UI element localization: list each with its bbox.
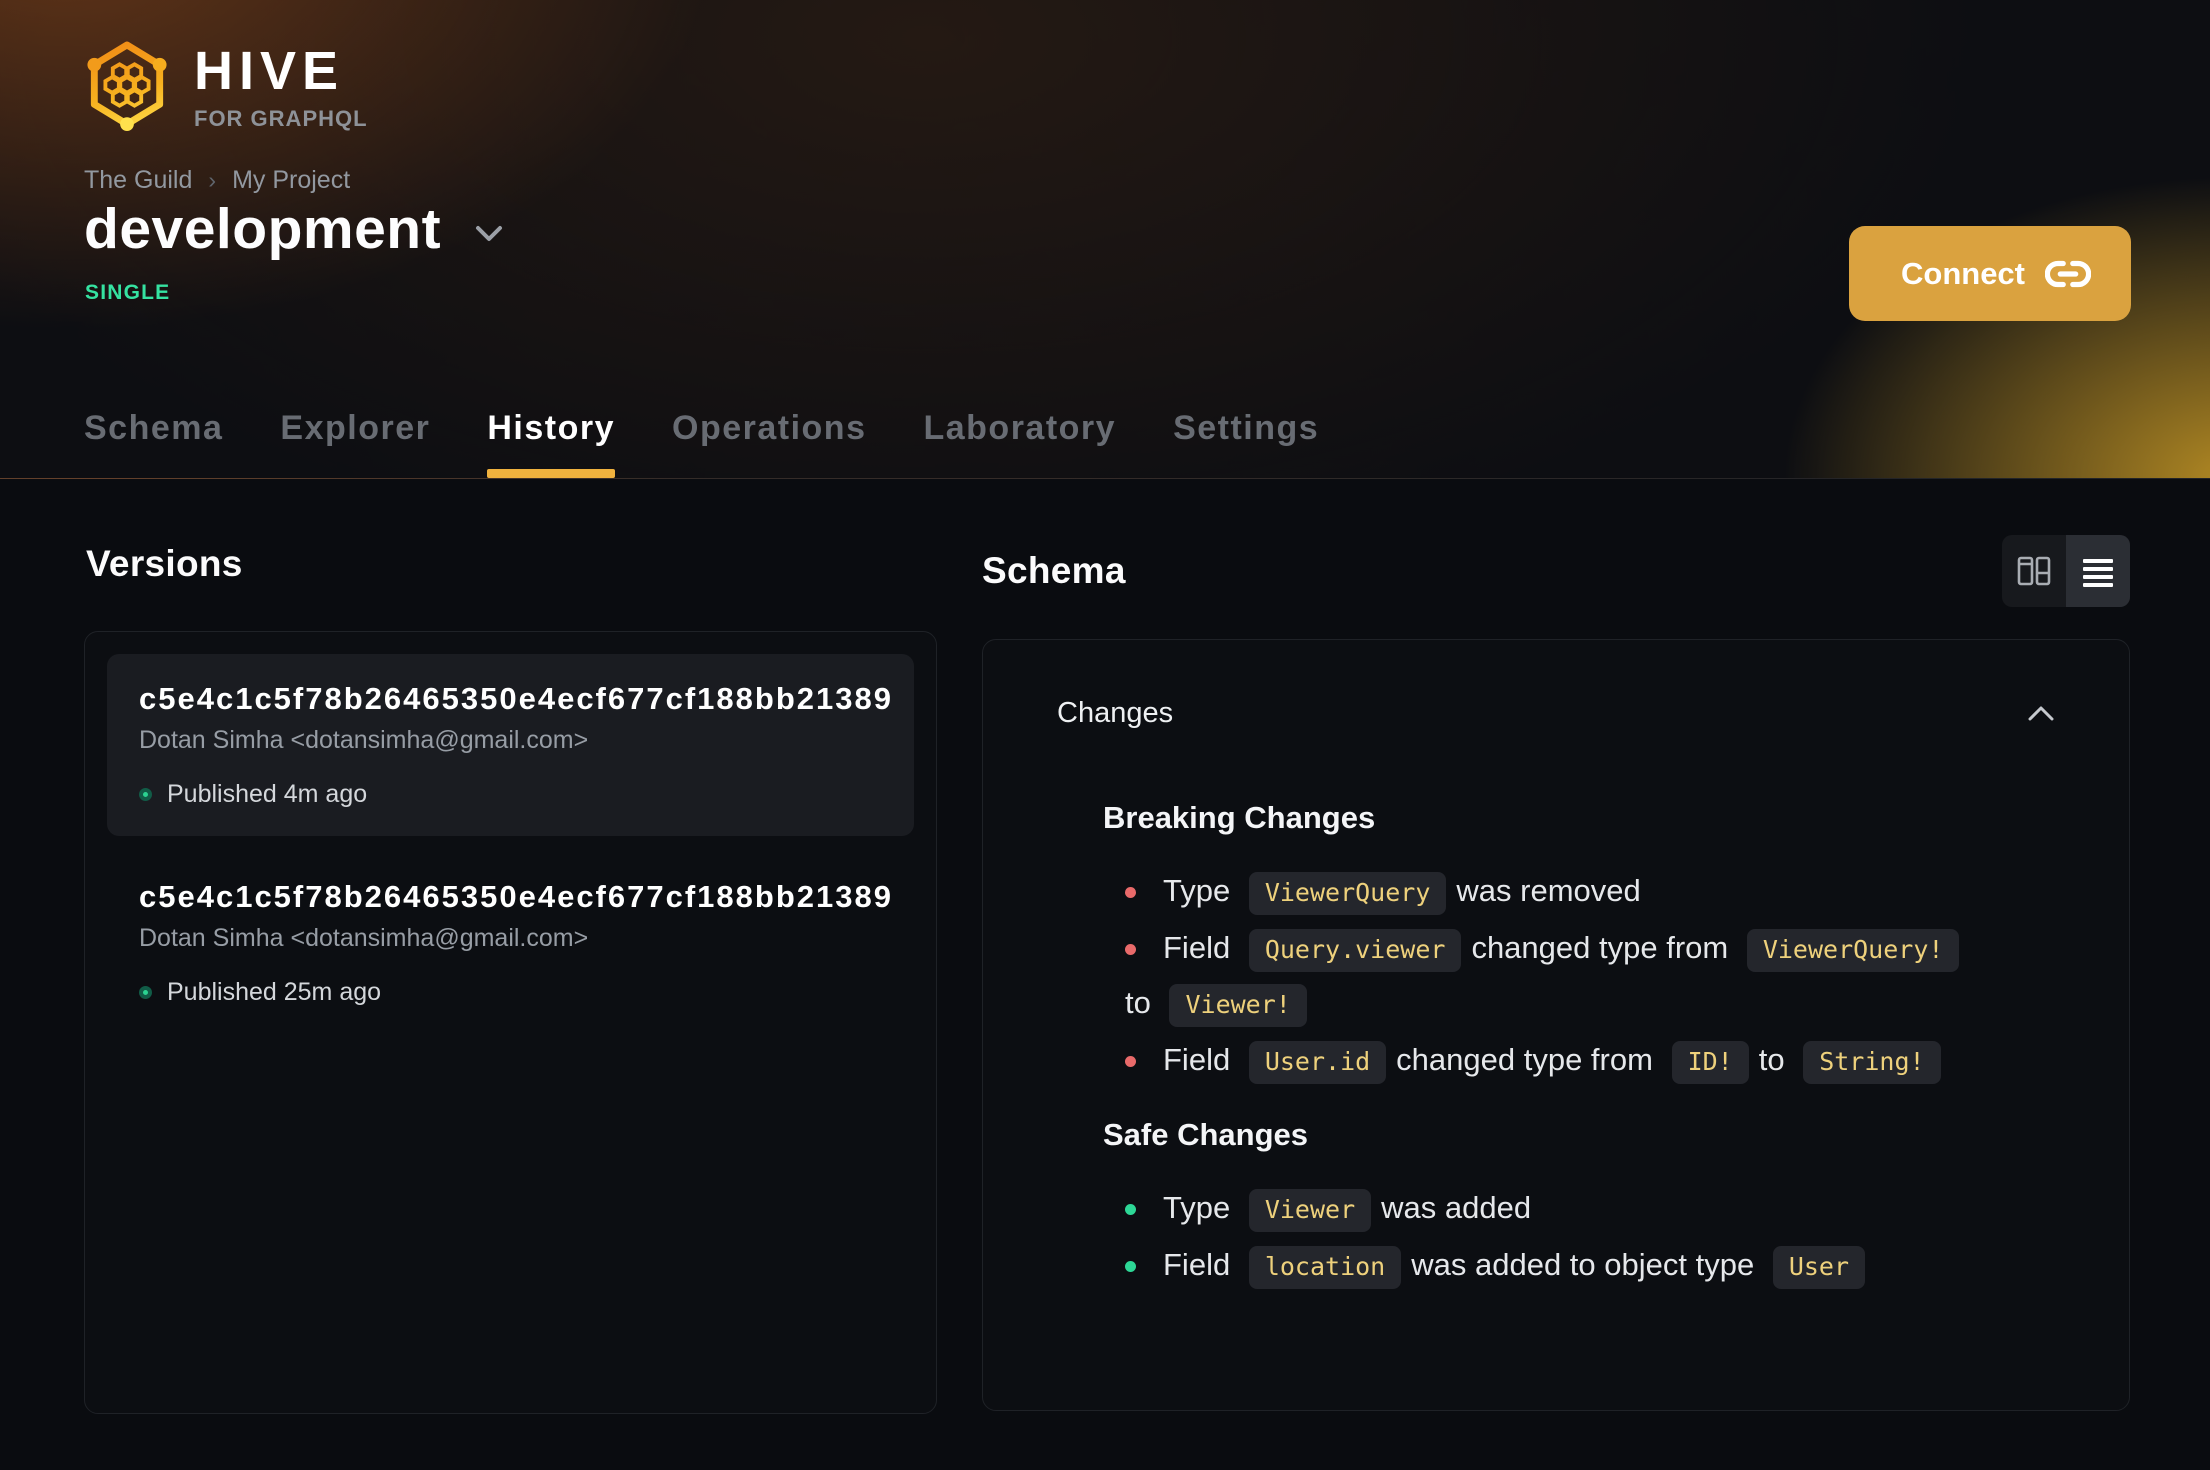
change-item: Field Query.viewer changed type from View… bbox=[1125, 921, 2059, 1031]
chevron-down-icon[interactable] bbox=[473, 223, 505, 245]
change-item: Field location was added to object type U… bbox=[1125, 1238, 2059, 1293]
tab-laboratory[interactable]: Laboratory bbox=[923, 378, 1116, 478]
safe-changes-heading: Safe Changes bbox=[1103, 1117, 1309, 1152]
list-view-button[interactable] bbox=[2066, 535, 2130, 607]
tab-schema[interactable]: Schema bbox=[84, 378, 223, 478]
code-chip: String! bbox=[1803, 1041, 1941, 1084]
hive-history-page: HIVE FOR GRAPHQL The Guild › My Project … bbox=[0, 0, 2210, 1470]
status-dot-icon bbox=[139, 788, 152, 801]
bullet-icon bbox=[1125, 887, 1136, 898]
safe-changes-list: Type Viewer was added Field location was a… bbox=[1125, 1181, 2059, 1293]
changes-body: Breaking Changes Type ViewerQuery was rem… bbox=[983, 800, 2129, 1293]
code-chip: User bbox=[1772, 1246, 1866, 1289]
content: Versions c5e4c1c5f78b26465350e4ecf677cf1… bbox=[0, 479, 2210, 1414]
changes-panel: Changes Breaking Changes Type ViewerQuer… bbox=[982, 639, 2130, 1411]
version-hash: c5e4c1c5f78b26465350e4ecf677cf188bb21389 bbox=[139, 879, 893, 914]
version-hash: c5e4c1c5f78b26465350e4ecf677cf188bb21389 bbox=[139, 681, 893, 716]
change-item: Type Viewer was added bbox=[1125, 1181, 2059, 1236]
changes-title: Changes bbox=[1057, 697, 1174, 729]
code-chip: Viewer! bbox=[1169, 984, 1307, 1027]
page-title: development bbox=[84, 197, 442, 261]
schema-heading-row: Schema bbox=[982, 535, 2130, 607]
connect-label: Connect bbox=[1901, 255, 2025, 291]
list-rows-icon bbox=[2083, 559, 2113, 587]
versions-panel: c5e4c1c5f78b26465350e4ecf677cf188bb21389… bbox=[84, 631, 937, 1414]
version-status-row: Published 25m ago bbox=[139, 978, 882, 1007]
columns-layout-icon bbox=[2017, 556, 2051, 586]
tab-history[interactable]: History bbox=[487, 378, 615, 478]
code-chip: ViewerQuery bbox=[1248, 872, 1447, 915]
chevron-up-icon bbox=[2028, 706, 2054, 720]
tab-operations[interactable]: Operations bbox=[672, 378, 866, 478]
connect-button[interactable]: Connect bbox=[1849, 226, 2131, 321]
tab-bar: Schema Explorer History Operations Laborator… bbox=[84, 378, 1319, 478]
bullet-icon bbox=[1125, 944, 1136, 955]
tab-explorer[interactable]: Explorer bbox=[280, 378, 430, 478]
target-type-badge: SINGLE bbox=[85, 281, 171, 304]
status-dot-icon bbox=[139, 986, 152, 999]
code-chip: ViewerQuery! bbox=[1746, 929, 1960, 972]
link-icon bbox=[2045, 260, 2091, 287]
change-item: Field User.id changed type from ID! to Str… bbox=[1125, 1033, 2059, 1088]
schema-heading: Schema bbox=[982, 550, 1126, 591]
version-item[interactable]: c5e4c1c5f78b26465350e4ecf677cf188bb21389… bbox=[107, 654, 914, 836]
code-chip: Viewer bbox=[1248, 1189, 1372, 1232]
version-author: Dotan Simha <dotansimha@gmail.com> bbox=[139, 726, 589, 754]
view-toggle bbox=[2002, 535, 2130, 607]
code-chip: ID! bbox=[1671, 1041, 1749, 1084]
bullet-icon bbox=[1125, 1204, 1136, 1215]
version-author: Dotan Simha <dotansimha@gmail.com> bbox=[139, 924, 589, 952]
version-status-row: Published 4m ago bbox=[139, 780, 882, 809]
versions-column: Versions c5e4c1c5f78b26465350e4ecf677cf1… bbox=[84, 479, 937, 1414]
code-chip: location bbox=[1248, 1246, 1402, 1289]
breaking-changes-list: Type ViewerQuery was removed Field Query.… bbox=[1125, 864, 2059, 1088]
breadcrumb-separator-icon: › bbox=[208, 167, 217, 193]
version-item[interactable]: c5e4c1c5f78b26465350e4ecf677cf188bb21389… bbox=[107, 852, 914, 1034]
logo[interactable]: HIVE FOR GRAPHQL bbox=[84, 36, 368, 140]
tab-settings[interactable]: Settings bbox=[1173, 378, 1319, 478]
version-status: Published 4m ago bbox=[167, 780, 368, 808]
change-item: Type ViewerQuery was removed bbox=[1125, 864, 2059, 919]
code-chip: Query.viewer bbox=[1248, 929, 1462, 972]
columns-view-button[interactable] bbox=[2002, 535, 2066, 607]
brand-tagline: FOR GRAPHQL bbox=[194, 106, 368, 131]
code-chip: User.id bbox=[1248, 1041, 1387, 1084]
bullet-icon bbox=[1125, 1261, 1136, 1272]
logo-text: HIVE FOR GRAPHQL bbox=[194, 44, 368, 132]
version-status: Published 25m ago bbox=[167, 978, 382, 1006]
brand-name: HIVE bbox=[194, 41, 345, 101]
breadcrumb: The Guild › My Project bbox=[84, 166, 350, 195]
breaking-changes-heading: Breaking Changes bbox=[1103, 800, 1376, 835]
breadcrumb-project[interactable]: My Project bbox=[232, 166, 350, 195]
bullet-icon bbox=[1125, 1056, 1136, 1067]
changes-collapse-header[interactable]: Changes bbox=[983, 640, 2129, 730]
target-title-row: development bbox=[84, 196, 505, 262]
header: HIVE FOR GRAPHQL The Guild › My Project … bbox=[0, 0, 2210, 479]
hive-logo-icon bbox=[87, 41, 167, 131]
schema-column: Schema Changes Breaking Changes Type Vie… bbox=[982, 479, 2130, 1414]
breadcrumb-org[interactable]: The Guild bbox=[84, 166, 192, 195]
versions-heading: Versions bbox=[86, 543, 243, 584]
